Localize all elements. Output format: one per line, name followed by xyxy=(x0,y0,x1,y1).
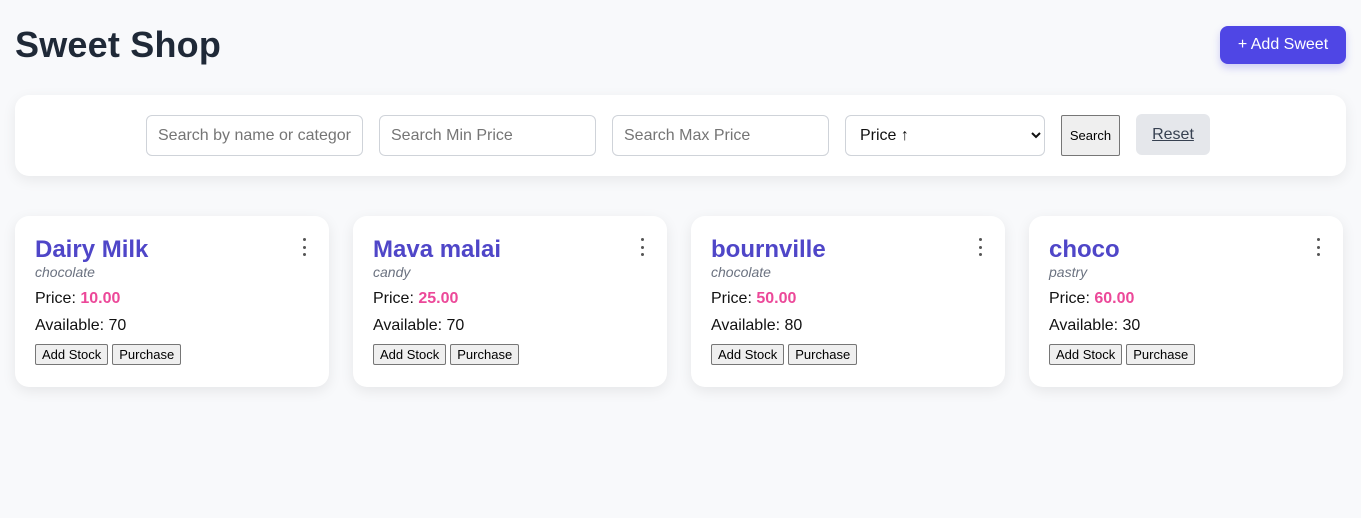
price-value: 25.00 xyxy=(418,290,459,307)
header: Sweet Shop + Add Sweet xyxy=(15,0,1346,95)
purchase-button[interactable]: Purchase xyxy=(1126,344,1196,365)
available-value: 30 xyxy=(1122,317,1141,334)
sort-select[interactable]: Price ↑ xyxy=(845,115,1045,156)
search-button[interactable]: Search xyxy=(1061,115,1120,156)
sweet-available: Available: 70 xyxy=(373,316,647,336)
card-actions: Add Stock Purchase xyxy=(35,344,309,365)
max-price-input[interactable] xyxy=(612,115,829,156)
available-label: Available: xyxy=(35,317,109,334)
more-vertical-icon[interactable] xyxy=(297,238,311,256)
sweet-price: Price: 25.00 xyxy=(373,289,647,309)
sweet-name: choco xyxy=(1049,236,1120,263)
sweet-category: pastry xyxy=(1049,264,1088,280)
sweet-available: Available: 70 xyxy=(35,316,309,336)
add-sweet-button[interactable]: + Add Sweet xyxy=(1220,26,1346,64)
sweet-price: Price: 60.00 xyxy=(1049,289,1323,309)
purchase-button[interactable]: Purchase xyxy=(788,344,858,365)
reset-button[interactable]: Reset xyxy=(1136,114,1210,155)
sweet-card: choco pastry Price: 60.00 Available: 30 … xyxy=(1029,216,1343,387)
card-actions: Add Stock Purchase xyxy=(1049,344,1323,365)
add-stock-button[interactable]: Add Stock xyxy=(373,344,447,365)
purchase-button[interactable]: Purchase xyxy=(112,344,182,365)
sweet-card-list: Dairy Milk chocolate Price: 10.00 Availa… xyxy=(15,216,1346,387)
add-stock-button[interactable]: Add Stock xyxy=(35,344,109,365)
available-label: Available: xyxy=(373,317,447,334)
add-stock-button[interactable]: Add Stock xyxy=(1049,344,1123,365)
sweet-price: Price: 50.00 xyxy=(711,289,985,309)
more-vertical-icon[interactable] xyxy=(635,238,649,256)
price-label: Price: xyxy=(35,290,81,307)
price-label: Price: xyxy=(373,290,419,307)
sweet-name: Dairy Milk xyxy=(35,236,149,263)
sweet-available: Available: 30 xyxy=(1049,316,1323,336)
filter-bar: Price ↑ Search Reset xyxy=(15,95,1346,176)
price-label: Price: xyxy=(711,290,757,307)
page: Sweet Shop + Add Sweet Price ↑ Search Re… xyxy=(0,0,1361,518)
sweet-card: bournville chocolate Price: 50.00 Availa… xyxy=(691,216,1005,387)
add-stock-button[interactable]: Add Stock xyxy=(711,344,785,365)
sweet-card: Mava malai candy Price: 25.00 Available:… xyxy=(353,216,667,387)
sweet-available: Available: 80 xyxy=(711,316,985,336)
search-input[interactable] xyxy=(146,115,363,156)
available-label: Available: xyxy=(1049,317,1123,334)
sweet-card: Dairy Milk chocolate Price: 10.00 Availa… xyxy=(15,216,329,387)
price-value: 10.00 xyxy=(80,290,121,307)
price-label: Price: xyxy=(1049,290,1095,307)
sweet-category: chocolate xyxy=(35,264,95,280)
more-vertical-icon[interactable] xyxy=(973,238,987,256)
purchase-button[interactable]: Purchase xyxy=(450,344,520,365)
sweet-name: Mava malai xyxy=(373,236,502,263)
filter-row: Price ↑ Search Reset xyxy=(146,114,1210,156)
available-label: Available: xyxy=(711,317,785,334)
page-title: Sweet Shop xyxy=(15,24,222,65)
card-actions: Add Stock Purchase xyxy=(373,344,647,365)
available-value: 80 xyxy=(784,317,803,334)
price-value: 50.00 xyxy=(756,290,797,307)
card-actions: Add Stock Purchase xyxy=(711,344,985,365)
sweet-category: chocolate xyxy=(711,264,771,280)
more-vertical-icon[interactable] xyxy=(1311,238,1325,256)
sweet-name: bournville xyxy=(711,236,826,263)
available-value: 70 xyxy=(446,317,465,334)
min-price-input[interactable] xyxy=(379,115,596,156)
available-value: 70 xyxy=(108,317,127,334)
price-value: 60.00 xyxy=(1094,290,1135,307)
sweet-category: candy xyxy=(373,264,411,280)
sweet-price: Price: 10.00 xyxy=(35,289,309,309)
